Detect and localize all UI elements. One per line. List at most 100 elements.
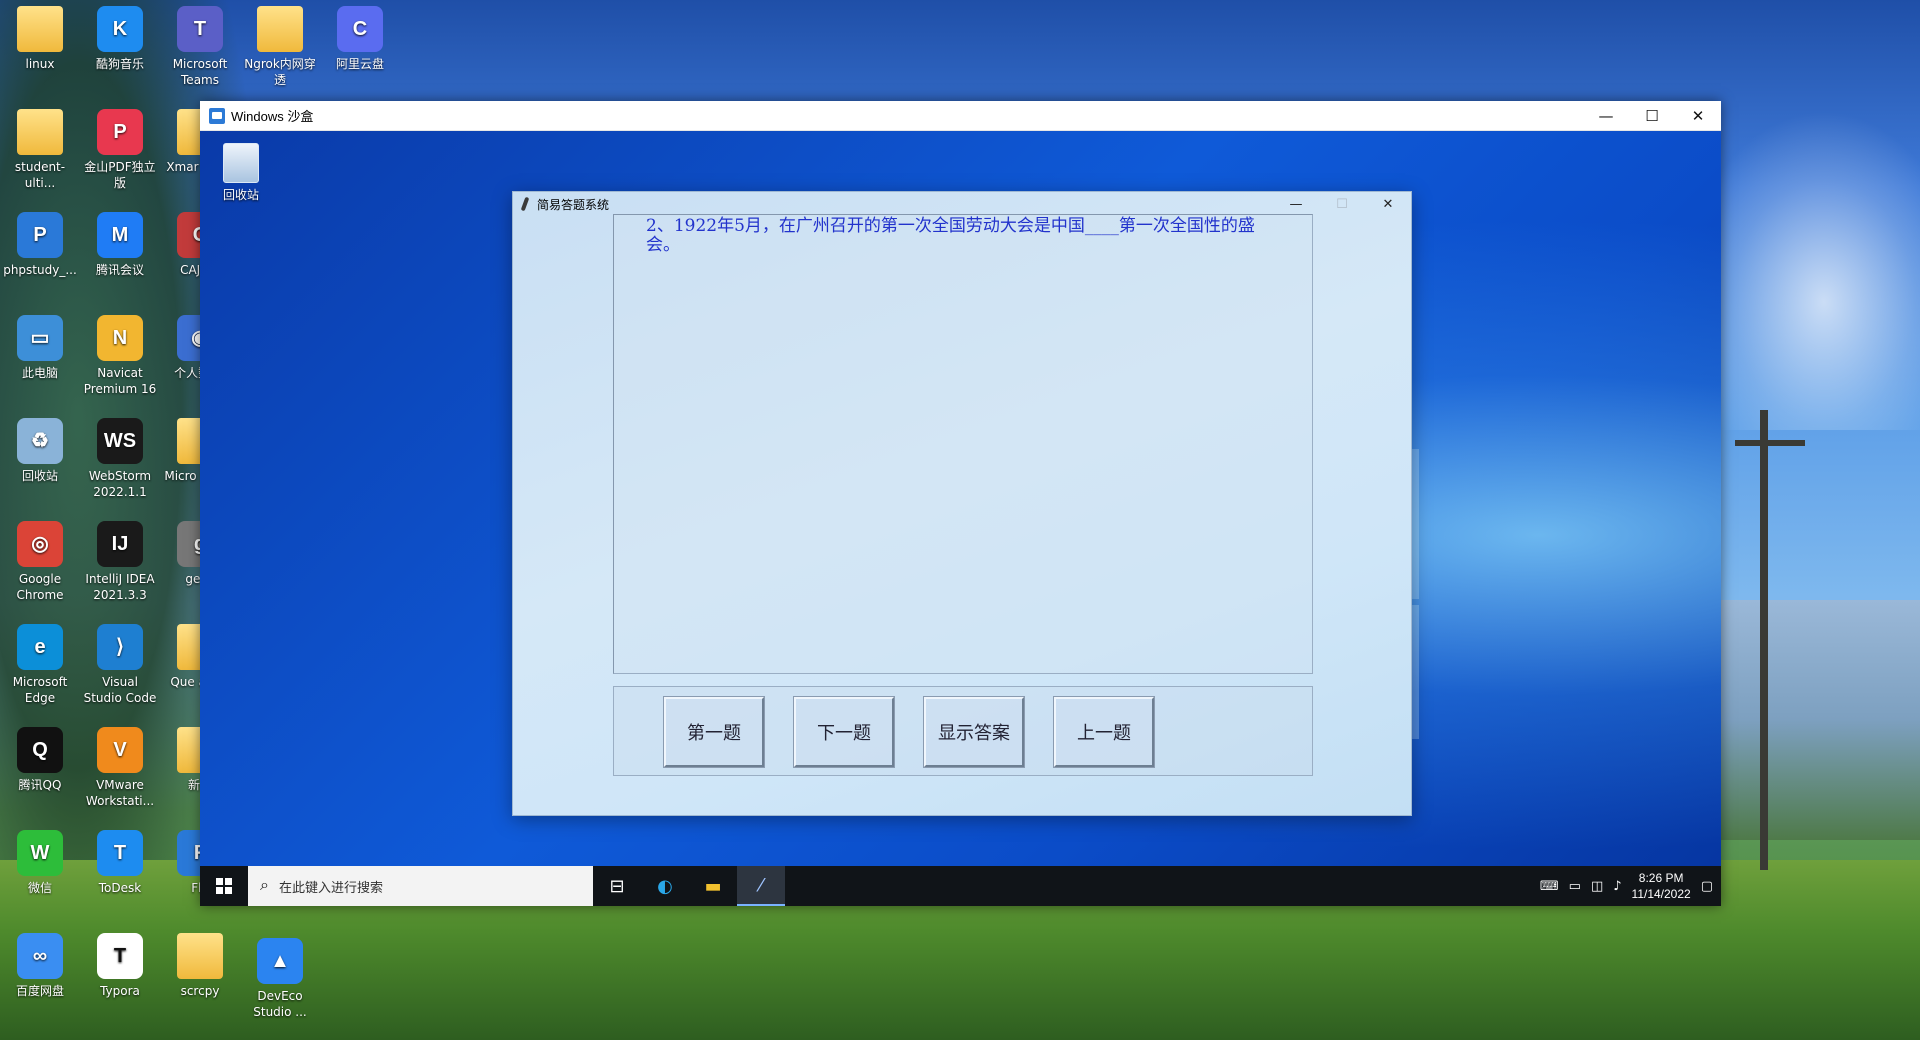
button-frame: 第一题 下一题 显示答案 上一题	[613, 686, 1313, 776]
question-text: 2、1922年5月，在广州召开的第一次全国劳动大会是中国____第一次全国性的盛…	[646, 216, 1255, 255]
sandbox-window[interactable]: Windows 沙盒 — ☐ ✕ 回收站 main 简易答题系统 — ☐	[200, 101, 1721, 906]
desktop-icon-label: 微信	[27, 881, 52, 895]
app-icon: K	[97, 6, 143, 52]
desktop-icon-label: 百度网盘	[15, 984, 64, 998]
desktop-icon[interactable]: Q 腾讯QQ	[2, 727, 78, 793]
sandbox-recycle-bin[interactable]: 回收站	[216, 143, 266, 203]
desktop-icon[interactable]: V VMware Workstati...	[82, 727, 158, 809]
desktop-icon[interactable]: Ngrok内网穿透	[242, 6, 318, 88]
app-icon: ♻	[17, 418, 63, 464]
quiz-app-taskbar-icon[interactable]: ⁄	[737, 866, 785, 906]
battery-icon[interactable]: ▭	[1569, 879, 1581, 894]
clock-time: 8:26 PM	[1638, 871, 1684, 885]
show-answer-button[interactable]: 显示答案	[923, 696, 1025, 768]
app-icon: V	[97, 727, 143, 773]
app-icon: e	[17, 624, 63, 670]
previous-question-button[interactable]: 上一题	[1053, 696, 1155, 768]
next-question-button[interactable]: 下一题	[793, 696, 895, 768]
app-icon: T	[97, 830, 143, 876]
desktop-icon-label: Microsoft Edge	[12, 675, 68, 705]
desktop-icon[interactable]: student-ulti...	[2, 109, 78, 191]
quiz-minimize-button[interactable]: —	[1273, 192, 1319, 216]
desktop-icon-label: Navicat Premium 16	[83, 366, 157, 396]
desktop-icon[interactable]: K 酷狗音乐	[82, 6, 158, 72]
start-button[interactable]	[200, 866, 248, 906]
desktop-icon[interactable]: WS WebStorm 2022.1.1	[82, 418, 158, 500]
desktop-icon[interactable]: C 阿里云盘	[322, 6, 398, 72]
desktop-icon[interactable]: IJ IntelliJ IDEA 2021.3.3	[82, 521, 158, 603]
app-icon: W	[17, 830, 63, 876]
quiz-app-window[interactable]: 简易答题系统 — ☐ ✕ 2、1922年5月，在广州召开的第一次全国劳动大会是中…	[512, 191, 1412, 816]
app-icon: M	[97, 212, 143, 258]
desktop-icon[interactable]: ♻ 回收站	[2, 418, 78, 484]
taskbar-search-box[interactable]: ⌕ 在此键入进行搜索	[248, 866, 593, 906]
app-icon: T	[177, 6, 223, 52]
desktop-icon-label: 阿里云盘	[335, 57, 384, 71]
recycle-bin-icon	[223, 143, 259, 183]
taskbar-search-placeholder: 在此键入进行搜索	[278, 879, 383, 895]
folder-icon	[17, 6, 63, 52]
app-icon: C	[337, 6, 383, 52]
sandbox-recycle-label: 回收站	[222, 188, 259, 202]
app-icon: ∞	[17, 933, 63, 979]
desktop-icon[interactable]: ▭ 此电脑	[2, 315, 78, 381]
desktop-icon[interactable]: T Typora	[82, 933, 158, 999]
desktop-icon-label: ToDesk	[98, 881, 142, 895]
desktop-icon-label: scrcpy	[180, 984, 220, 998]
volume-icon[interactable]: ♪	[1613, 879, 1621, 894]
sandbox-maximize-button[interactable]: ☐	[1629, 101, 1675, 131]
app-icon: ▭	[17, 315, 63, 361]
notification-icon[interactable]: ▢	[1701, 879, 1713, 894]
desktop-icon-label: 腾讯QQ	[18, 778, 62, 792]
quiz-app-title: 简易答题系统	[537, 197, 610, 212]
desktop-icon[interactable]: ∞ 百度网盘	[2, 933, 78, 999]
app-icon: P	[17, 212, 63, 258]
app-icon: P	[97, 109, 143, 155]
system-tray: ⌨ ▭ ◫ ♪ 8:26 PM 11/14/2022 ▢	[1540, 870, 1721, 902]
quiz-maximize-button: ☐	[1336, 196, 1348, 212]
network-icon[interactable]: ◫	[1591, 879, 1603, 894]
app-icon: IJ	[97, 521, 143, 567]
desktop-icon-label: Ngrok内网穿透	[244, 57, 316, 87]
sandbox-titlebar[interactable]: Windows 沙盒 — ☐ ✕	[200, 101, 1721, 131]
desktop-icon[interactable]: linux	[2, 6, 78, 72]
desktop-icon-label: 酷狗音乐	[95, 57, 144, 71]
taskbar-clock[interactable]: 8:26 PM 11/14/2022	[1632, 870, 1691, 902]
wallpaper-pole-bar	[1735, 440, 1805, 446]
quiz-close-button[interactable]: ✕	[1365, 192, 1411, 216]
sandbox-minimize-button[interactable]: —	[1583, 101, 1629, 131]
desktop-icon[interactable]: scrcpy	[162, 933, 238, 999]
app-icon: N	[97, 315, 143, 361]
question-text-area[interactable]: 2、1922年5月，在广州召开的第一次全国劳动大会是中国____第一次全国性的盛…	[613, 214, 1313, 674]
desktop-icon[interactable]: ▲ DevEco Studio ...	[242, 938, 318, 1020]
folder-icon	[17, 109, 63, 155]
desktop-icon-label: WebStorm 2022.1.1	[88, 469, 152, 499]
edge-taskbar-icon[interactable]: ◐	[641, 866, 689, 906]
desktop-icon-label: 此电脑	[21, 366, 58, 380]
desktop-icon[interactable]: M 腾讯会议	[82, 212, 158, 278]
app-icon: ⟩	[97, 624, 143, 670]
file-explorer-taskbar-icon[interactable]: ▬	[689, 866, 737, 906]
sandbox-app-icon	[209, 107, 225, 124]
desktop-icon[interactable]: e Microsoft Edge	[2, 624, 78, 706]
desktop-icon-label: 腾讯会议	[95, 263, 144, 277]
desktop-icon[interactable]: T Microsoft Teams	[162, 6, 238, 88]
sandbox-close-button[interactable]: ✕	[1675, 101, 1721, 131]
desktop-icon[interactable]: ◎ Google Chrome	[2, 521, 78, 603]
desktop-icon[interactable]: ⟩ Visual Studio Code	[82, 624, 158, 706]
first-question-button[interactable]: 第一题	[663, 696, 765, 768]
desktop-icon[interactable]: N Navicat Premium 16	[82, 315, 158, 397]
desktop-icon[interactable]: W 微信	[2, 830, 78, 896]
keyboard-icon[interactable]: ⌨	[1540, 879, 1559, 894]
quiz-app-titlebar[interactable]: 简易答题系统 — ☐ ✕	[513, 192, 1411, 216]
desktop-icon[interactable]: T ToDesk	[82, 830, 158, 896]
desktop-icon[interactable]: Pphpstudy_...	[2, 212, 78, 278]
search-icon: ⌕	[260, 877, 269, 894]
desktop-icon[interactable]: P 金山PDF独立版	[82, 109, 158, 191]
task-view-icon[interactable]: ⊟	[593, 866, 641, 906]
wallpaper-pole	[1760, 410, 1768, 870]
feather-icon	[519, 197, 531, 211]
desktop-icon-label: Microsoft Teams	[172, 57, 228, 87]
desktop-icon-label: Visual Studio Code	[83, 675, 157, 705]
app-icon: WS	[97, 418, 143, 464]
